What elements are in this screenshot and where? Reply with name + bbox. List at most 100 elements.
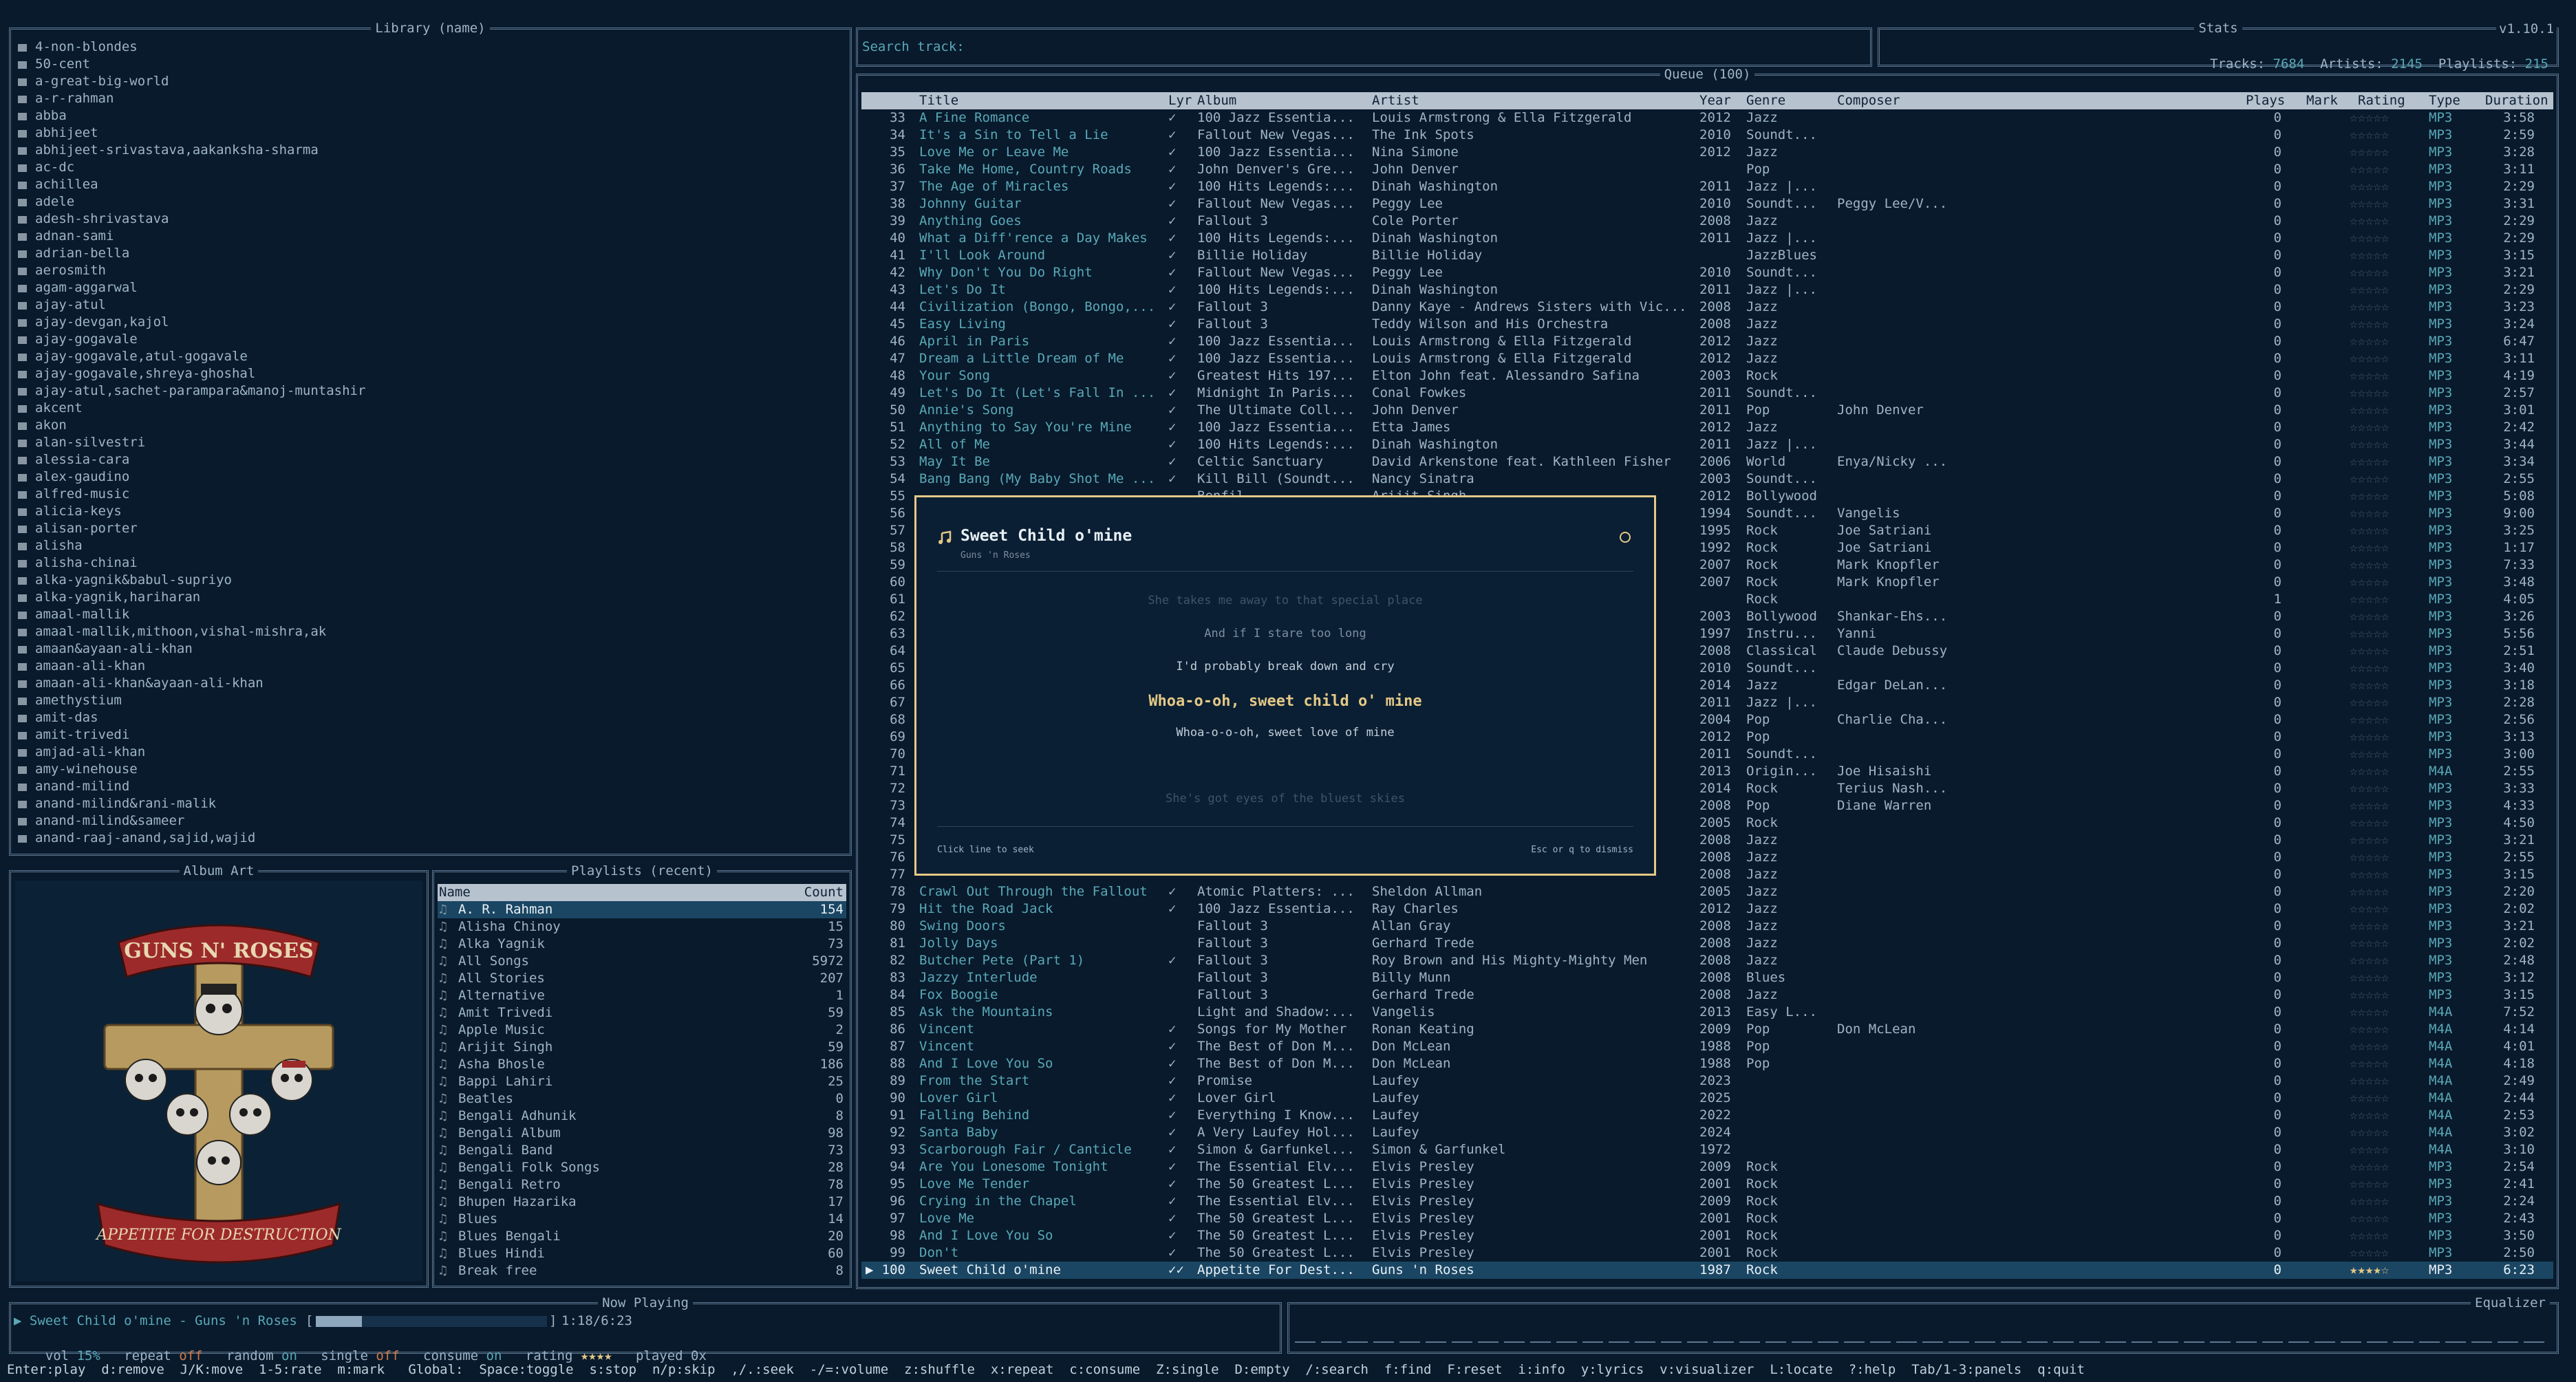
col-rating[interactable]: Rating [2358, 92, 2405, 109]
library-item[interactable]: ac-dc [18, 159, 74, 176]
equalizer-panel[interactable]: Equalizer [1287, 1295, 2559, 1354]
library-item[interactable]: a-great-big-world [18, 73, 169, 90]
queue-row[interactable]: 90 Lover Girl ✓ Lover Girl Laufey 2025 0 ☆☆☆☆☆ M… [861, 1090, 2553, 1107]
queue-row[interactable]: 89 From the Start ✓ Promise Laufey 2023 0 ☆☆☆☆☆… [861, 1072, 2553, 1090]
col-genre[interactable]: Genre [1746, 92, 1785, 109]
playlist-row[interactable]: ♫ Blues 14 [438, 1211, 846, 1228]
playlist-row[interactable]: ♫ Bengali Band 73 [438, 1142, 846, 1159]
col-plays[interactable]: Plays [2246, 92, 2285, 109]
lyric-line[interactable]: I'd probably break down and cry [916, 660, 1654, 673]
queue-row[interactable]: 81 Jolly Days Fallout 3 Gerhard Trede 2008 Ja… [861, 935, 2553, 952]
playlist-row[interactable]: ♫ Bappi Lahiri 25 [438, 1073, 846, 1090]
library-item[interactable]: ajay-gogavale [18, 331, 138, 348]
playlist-row[interactable]: ♫ Break free 8 [438, 1262, 846, 1280]
queue-row[interactable]: 99 Don't ✓ The 50 Greatest L... Elvis Presle… [861, 1244, 2553, 1262]
progress-bar[interactable] [316, 1316, 547, 1327]
library-item[interactable]: amjad-ali-khan [18, 744, 145, 761]
library-item[interactable]: alex-gaudino [18, 468, 129, 486]
library-item[interactable]: anand-raaj-anand,sajid,wajid [18, 830, 255, 847]
library-item[interactable]: adesh-shrivastava [18, 210, 169, 228]
col-year[interactable]: Year [1699, 92, 1731, 109]
queue-row[interactable]: 43 Let's Do It ✓ 100 Hits Legends:... Dinah … [861, 281, 2553, 299]
col-type[interactable]: Type [2429, 92, 2460, 109]
queue-row[interactable]: 53 May It Be ✓ Celtic Sanctuary David Arkens… [861, 453, 2553, 471]
queue-row[interactable]: 54 Bang Bang (My Baby Shot Me ... ✓ Kill Bi… [861, 471, 2553, 488]
playlist-col-name[interactable]: Name [439, 884, 471, 901]
queue-row[interactable]: 94 Are You Lonesome Tonight ✓ The Essential… [861, 1158, 2553, 1176]
search-box[interactable]: Search track: [856, 28, 1872, 67]
playlist-row[interactable]: ♫ Asha Bhosle 186 [438, 1056, 846, 1073]
library-item[interactable]: amaan-ali-khan&ayaan-ali-khan [18, 675, 264, 692]
library-item[interactable]: agam-aggarwal [18, 279, 138, 296]
playlist-row[interactable]: ♫ Arijit Singh 59 [438, 1039, 846, 1056]
library-item[interactable]: a-r-rahman [18, 90, 114, 107]
library-item[interactable]: ajay-atul [18, 296, 106, 314]
queue-row[interactable]: 37 The Age of Miracles ✓ 100 Hits Legends:.… [861, 178, 2553, 195]
library-item[interactable]: adnan-sami [18, 228, 114, 245]
col-mark[interactable]: Mark [2306, 92, 2338, 109]
queue-row[interactable]: 45 Easy Living ✓ Fallout 3 Teddy Wilson and … [861, 316, 2553, 333]
col-artist[interactable]: Artist [1372, 92, 1419, 109]
playlist-row[interactable]: ♫ Bengali Adhunik 8 [438, 1108, 846, 1125]
playlist-row[interactable]: ♫ Apple Music 2 [438, 1022, 846, 1039]
queue-row[interactable]: 82 Butcher Pete (Part 1) ✓ Fallout 3 Roy Bro… [861, 952, 2553, 969]
library-item[interactable]: akcent [18, 400, 83, 417]
queue-row[interactable]: 49 Let's Do It (Let's Fall In ... ✓ Midnigh… [861, 385, 2553, 402]
col-lyr[interactable]: Lyr [1168, 92, 1192, 109]
queue-row[interactable]: 41 I'll Look Around ✓ Billie Holiday Billie … [861, 247, 2553, 264]
queue-row[interactable]: 48 Your Song ✓ Greatest Hits 197... Elton Jo… [861, 367, 2553, 385]
queue-row[interactable]: 44 Civilization (Bongo, Bongo,... ✓ Fallout… [861, 299, 2553, 316]
lyric-line[interactable]: She takes me away to that special place [916, 594, 1654, 607]
queue-row[interactable]: 91 Falling Behind ✓ Everything I Know... Lau… [861, 1107, 2553, 1124]
library-item[interactable]: amethystium [18, 692, 122, 709]
library-panel[interactable]: Library (name) 4-non-blondes 50-cent a-gre… [9, 21, 852, 856]
search-input[interactable]: Search track: [862, 39, 965, 56]
queue-row[interactable]: 92 Santa Baby ✓ A Very Laufey Hol... Laufey 2… [861, 1124, 2553, 1141]
queue-row[interactable]: 84 Fox Boogie Fallout 3 Gerhard Trede 2008 Ja… [861, 986, 2553, 1004]
playlist-row[interactable]: ♫ Bengali Album 98 [438, 1125, 846, 1142]
queue-row[interactable]: 33 A Fine Romance ✓ 100 Jazz Essentia... Lou… [861, 109, 2553, 127]
queue-row[interactable]: 40 What a Diff'rence a Day Makes ✓ 100 Hits… [861, 230, 2553, 247]
playlist-row[interactable]: ♫ Alternative 1 [438, 987, 846, 1004]
queue-row[interactable]: 80 Swing Doors Fallout 3 Allan Gray 2008 Jazz… [861, 918, 2553, 935]
queue-row[interactable]: 42 Why Don't You Do Right ✓ Fallout New Veg… [861, 264, 2553, 281]
library-item[interactable]: amaal-mallik [18, 606, 129, 623]
queue-row[interactable]: 93 Scarborough Fair / Canticle ✓ Simon & Ga… [861, 1141, 2553, 1158]
library-item[interactable]: ajay-devgan,kajol [18, 314, 169, 331]
playlist-row[interactable]: ♫ All Songs 5972 [438, 953, 846, 970]
queue-row[interactable]: 87 Vincent ✓ The Best of Don M... Don McLean… [861, 1038, 2553, 1055]
library-item[interactable]: alessia-cara [18, 451, 129, 468]
library-item[interactable]: adele [18, 193, 74, 210]
queue-row[interactable]: 51 Anything to Say You're Mine ✓ 100 Jazz E… [861, 419, 2553, 436]
library-item[interactable]: alisha [18, 537, 83, 554]
col-duration[interactable]: Duration [2485, 92, 2548, 109]
library-item[interactable]: achillea [18, 176, 98, 193]
library-item[interactable]: aerosmith [18, 262, 106, 279]
library-item[interactable]: alan-silvestri [18, 434, 145, 451]
queue-row[interactable]: 78 Crawl Out Through the Fallout ✓ Atomic P… [861, 883, 2553, 900]
queue-row[interactable]: 95 Love Me Tender ✓ The 50 Greatest L... Elv… [861, 1176, 2553, 1193]
playlist-row[interactable]: ♫ All Stories 207 [438, 970, 846, 987]
queue-row[interactable]: 52 All of Me ✓ 100 Hits Legends:... Dinah Wa… [861, 436, 2553, 453]
queue-row[interactable]: 50 Annie's Song ✓ The Ultimate Coll... John … [861, 402, 2553, 419]
library-item[interactable]: ajay-gogavale,shreya-ghoshal [18, 365, 255, 382]
playlist-row[interactable]: ♫ A. R. Rahman 154 [438, 901, 846, 918]
queue-row[interactable]: 38 Johnny Guitar ✓ Fallout New Vegas... Pegg… [861, 195, 2553, 213]
library-item[interactable]: ajay-atul,sachet-parampara&manoj-muntash… [18, 382, 365, 400]
library-item[interactable]: amit-trivedi [18, 726, 129, 744]
lyrics-close-icon[interactable] [1620, 532, 1631, 543]
lyric-line[interactable]: She's got eyes of the bluest skies [916, 792, 1654, 806]
playlist-row[interactable]: ♫ Alisha Chinoy 15 [438, 918, 846, 936]
library-item[interactable]: abhijeet-srivastava,aakanksha-sharma [18, 142, 319, 159]
library-item[interactable]: amy-winehouse [18, 761, 138, 778]
queue-row[interactable]: 47 Dream a Little Dream of Me ✓ 100 Jazz Es… [861, 350, 2553, 367]
library-item[interactable]: alka-yagnik,hariharan [18, 589, 200, 606]
queue-row[interactable]: 96 Crying in the Chapel ✓ The Essential Elv… [861, 1193, 2553, 1210]
queue-row[interactable]: 88 And I Love You So ✓ The Best of Don M...… [861, 1055, 2553, 1072]
playlist-row[interactable]: ♫ Blues Bengali 20 [438, 1228, 846, 1245]
library-item[interactable]: anand-milind&rani-malik [18, 795, 216, 812]
lyric-line[interactable]: Whoa-o-o-oh, sweet love of mine [916, 726, 1654, 739]
queue-row[interactable]: 98 And I Love You So ✓ The 50 Greatest L...… [861, 1227, 2553, 1244]
library-item[interactable]: abba [18, 107, 67, 125]
playlist-row[interactable]: ♫ Alka Yagnik 73 [438, 936, 846, 953]
